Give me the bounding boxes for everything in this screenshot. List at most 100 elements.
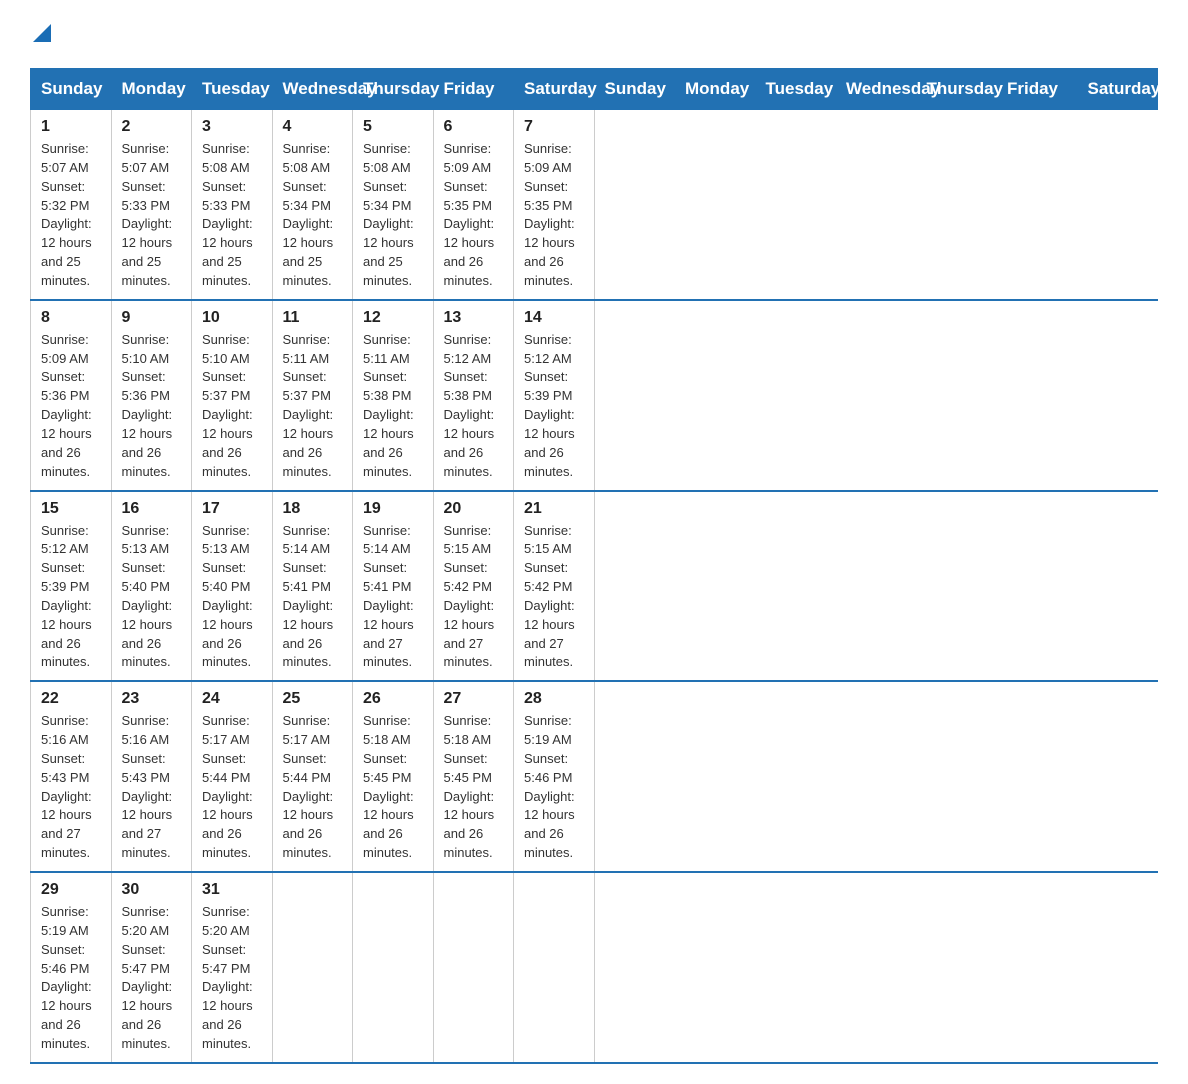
day-number: 31 — [202, 881, 262, 899]
calendar-day-cell: 3 Sunrise: 5:08 AM Sunset: 5:33 PM Dayli… — [192, 110, 273, 300]
day-info: Sunrise: 5:11 AM Sunset: 5:38 PM Dayligh… — [363, 331, 423, 482]
calendar-day-cell — [272, 872, 353, 1063]
day-number: 16 — [122, 500, 182, 518]
calendar-day-cell: 10 Sunrise: 5:10 AM Sunset: 5:37 PM Dayl… — [192, 300, 273, 491]
day-info: Sunrise: 5:08 AM Sunset: 5:34 PM Dayligh… — [283, 140, 343, 291]
calendar-day-cell: 19 Sunrise: 5:14 AM Sunset: 5:41 PM Dayl… — [353, 491, 434, 682]
day-number: 13 — [444, 309, 504, 327]
day-info: Sunrise: 5:17 AM Sunset: 5:44 PM Dayligh… — [283, 712, 343, 863]
day-info: Sunrise: 5:08 AM Sunset: 5:34 PM Dayligh… — [363, 140, 423, 291]
day-of-week-header: Saturday — [514, 69, 595, 110]
day-number: 19 — [363, 500, 423, 518]
day-info: Sunrise: 5:13 AM Sunset: 5:40 PM Dayligh… — [202, 522, 262, 673]
day-number: 30 — [122, 881, 182, 899]
calendar-day-cell: 7 Sunrise: 5:09 AM Sunset: 5:35 PM Dayli… — [514, 110, 595, 300]
day-of-week-header: Saturday — [1077, 69, 1158, 110]
day-of-week-header: Friday — [433, 69, 514, 110]
calendar-day-cell: 28 Sunrise: 5:19 AM Sunset: 5:46 PM Dayl… — [514, 681, 595, 872]
day-info: Sunrise: 5:12 AM Sunset: 5:38 PM Dayligh… — [444, 331, 504, 482]
calendar-week-row: 1 Sunrise: 5:07 AM Sunset: 5:32 PM Dayli… — [31, 110, 1158, 300]
calendar-week-row: 22 Sunrise: 5:16 AM Sunset: 5:43 PM Dayl… — [31, 681, 1158, 872]
day-info: Sunrise: 5:14 AM Sunset: 5:41 PM Dayligh… — [363, 522, 423, 673]
day-of-week-header: Thursday — [353, 69, 434, 110]
day-info: Sunrise: 5:14 AM Sunset: 5:41 PM Dayligh… — [283, 522, 343, 673]
day-info: Sunrise: 5:10 AM Sunset: 5:36 PM Dayligh… — [122, 331, 182, 482]
day-of-week-header: Wednesday — [836, 69, 917, 110]
calendar-day-cell: 16 Sunrise: 5:13 AM Sunset: 5:40 PM Dayl… — [111, 491, 192, 682]
calendar-day-cell: 25 Sunrise: 5:17 AM Sunset: 5:44 PM Dayl… — [272, 681, 353, 872]
day-number: 8 — [41, 309, 101, 327]
calendar-day-cell: 21 Sunrise: 5:15 AM Sunset: 5:42 PM Dayl… — [514, 491, 595, 682]
day-info: Sunrise: 5:16 AM Sunset: 5:43 PM Dayligh… — [41, 712, 101, 863]
day-number: 12 — [363, 309, 423, 327]
calendar-day-cell: 8 Sunrise: 5:09 AM Sunset: 5:36 PM Dayli… — [31, 300, 112, 491]
calendar-week-row: 8 Sunrise: 5:09 AM Sunset: 5:36 PM Dayli… — [31, 300, 1158, 491]
day-info: Sunrise: 5:07 AM Sunset: 5:33 PM Dayligh… — [122, 140, 182, 291]
calendar-day-cell: 14 Sunrise: 5:12 AM Sunset: 5:39 PM Dayl… — [514, 300, 595, 491]
day-number: 11 — [283, 309, 343, 327]
day-number: 3 — [202, 118, 262, 136]
calendar-day-cell: 13 Sunrise: 5:12 AM Sunset: 5:38 PM Dayl… — [433, 300, 514, 491]
day-info: Sunrise: 5:12 AM Sunset: 5:39 PM Dayligh… — [524, 331, 584, 482]
day-number: 22 — [41, 690, 101, 708]
day-number: 21 — [524, 500, 584, 518]
calendar-day-cell — [353, 872, 434, 1063]
day-info: Sunrise: 5:19 AM Sunset: 5:46 PM Dayligh… — [41, 903, 101, 1054]
day-number: 27 — [444, 690, 504, 708]
calendar-day-cell — [514, 872, 595, 1063]
calendar-day-cell: 24 Sunrise: 5:17 AM Sunset: 5:44 PM Dayl… — [192, 681, 273, 872]
day-number: 28 — [524, 690, 584, 708]
day-of-week-header: Wednesday — [272, 69, 353, 110]
calendar-day-cell: 4 Sunrise: 5:08 AM Sunset: 5:34 PM Dayli… — [272, 110, 353, 300]
day-of-week-header: Monday — [111, 69, 192, 110]
calendar-day-cell: 9 Sunrise: 5:10 AM Sunset: 5:36 PM Dayli… — [111, 300, 192, 491]
calendar-day-cell: 31 Sunrise: 5:20 AM Sunset: 5:47 PM Dayl… — [192, 872, 273, 1063]
day-number: 29 — [41, 881, 101, 899]
calendar-week-row: 15 Sunrise: 5:12 AM Sunset: 5:39 PM Dayl… — [31, 491, 1158, 682]
day-info: Sunrise: 5:13 AM Sunset: 5:40 PM Dayligh… — [122, 522, 182, 673]
day-info: Sunrise: 5:15 AM Sunset: 5:42 PM Dayligh… — [444, 522, 504, 673]
day-info: Sunrise: 5:18 AM Sunset: 5:45 PM Dayligh… — [363, 712, 423, 863]
calendar-day-cell: 5 Sunrise: 5:08 AM Sunset: 5:34 PM Dayli… — [353, 110, 434, 300]
day-number: 10 — [202, 309, 262, 327]
day-of-week-header: Friday — [997, 69, 1078, 110]
day-of-week-header: Tuesday — [192, 69, 273, 110]
day-info: Sunrise: 5:10 AM Sunset: 5:37 PM Dayligh… — [202, 331, 262, 482]
day-info: Sunrise: 5:08 AM Sunset: 5:33 PM Dayligh… — [202, 140, 262, 291]
calendar-week-row: 29 Sunrise: 5:19 AM Sunset: 5:46 PM Dayl… — [31, 872, 1158, 1063]
calendar-day-cell: 11 Sunrise: 5:11 AM Sunset: 5:37 PM Dayl… — [272, 300, 353, 491]
page-header — [30, 20, 1158, 50]
calendar-day-cell: 2 Sunrise: 5:07 AM Sunset: 5:33 PM Dayli… — [111, 110, 192, 300]
calendar-day-cell — [433, 872, 514, 1063]
day-number: 23 — [122, 690, 182, 708]
day-info: Sunrise: 5:09 AM Sunset: 5:36 PM Dayligh… — [41, 331, 101, 482]
day-info: Sunrise: 5:15 AM Sunset: 5:42 PM Dayligh… — [524, 522, 584, 673]
day-info: Sunrise: 5:20 AM Sunset: 5:47 PM Dayligh… — [122, 903, 182, 1054]
day-number: 17 — [202, 500, 262, 518]
day-number: 25 — [283, 690, 343, 708]
calendar-day-cell: 27 Sunrise: 5:18 AM Sunset: 5:45 PM Dayl… — [433, 681, 514, 872]
day-number: 9 — [122, 309, 182, 327]
day-of-week-header: Sunday — [594, 69, 675, 110]
day-number: 14 — [524, 309, 584, 327]
calendar-day-cell: 26 Sunrise: 5:18 AM Sunset: 5:45 PM Dayl… — [353, 681, 434, 872]
calendar-day-cell: 12 Sunrise: 5:11 AM Sunset: 5:38 PM Dayl… — [353, 300, 434, 491]
day-info: Sunrise: 5:12 AM Sunset: 5:39 PM Dayligh… — [41, 522, 101, 673]
day-number: 26 — [363, 690, 423, 708]
day-info: Sunrise: 5:17 AM Sunset: 5:44 PM Dayligh… — [202, 712, 262, 863]
logo-general-text — [30, 20, 51, 50]
calendar-table: SundayMondayTuesdayWednesdayThursdayFrid… — [30, 68, 1158, 1064]
day-info: Sunrise: 5:07 AM Sunset: 5:32 PM Dayligh… — [41, 140, 101, 291]
calendar-day-cell: 1 Sunrise: 5:07 AM Sunset: 5:32 PM Dayli… — [31, 110, 112, 300]
day-of-week-header: Thursday — [916, 69, 997, 110]
day-of-week-header: Sunday — [31, 69, 112, 110]
logo-arrow-icon — [33, 24, 51, 42]
day-number: 15 — [41, 500, 101, 518]
calendar-day-cell: 6 Sunrise: 5:09 AM Sunset: 5:35 PM Dayli… — [433, 110, 514, 300]
calendar-day-cell: 30 Sunrise: 5:20 AM Sunset: 5:47 PM Dayl… — [111, 872, 192, 1063]
calendar-day-cell: 17 Sunrise: 5:13 AM Sunset: 5:40 PM Dayl… — [192, 491, 273, 682]
day-info: Sunrise: 5:09 AM Sunset: 5:35 PM Dayligh… — [524, 140, 584, 291]
day-info: Sunrise: 5:18 AM Sunset: 5:45 PM Dayligh… — [444, 712, 504, 863]
calendar-day-cell: 22 Sunrise: 5:16 AM Sunset: 5:43 PM Dayl… — [31, 681, 112, 872]
calendar-header-row: SundayMondayTuesdayWednesdayThursdayFrid… — [31, 69, 1158, 110]
